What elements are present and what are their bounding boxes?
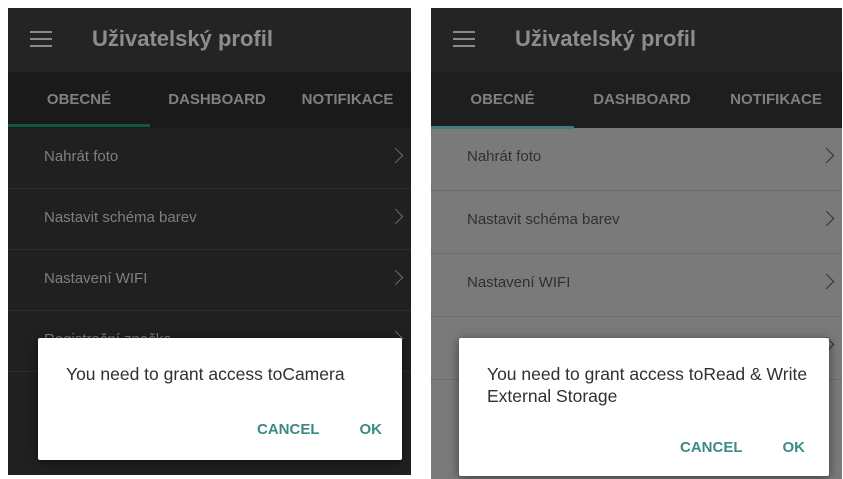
dialog-actions: CANCEL OK: [680, 439, 805, 456]
chevron-right-icon: [818, 210, 835, 227]
tab-indicator: [8, 124, 150, 127]
list-item-label: Nastavení WIFI: [467, 274, 571, 291]
app-bar: Uživatelský profil: [8, 8, 411, 72]
list-item-label: Nahrát foto: [44, 148, 119, 165]
list-item-wifi-settings[interactable]: Nastavení WIFI: [8, 250, 411, 311]
list-item-wifi-settings[interactable]: Nastavení WIFI: [431, 254, 842, 317]
menu-icon[interactable]: [453, 31, 475, 47]
settings-list: Nahrát foto Nastavit schéma barev Nastav…: [8, 128, 411, 372]
chevron-right-icon: [818, 147, 835, 164]
list-item-upload-photo[interactable]: Nahrát foto: [8, 128, 411, 189]
chevron-right-icon: [387, 208, 404, 225]
permission-dialog: You need to grant access toCamera CANCEL…: [38, 338, 402, 460]
list-item-label: Nahrát foto: [467, 148, 542, 165]
permission-dialog: You need to grant access toRead & Write …: [459, 338, 829, 476]
list-item-color-scheme[interactable]: Nastavit schéma barev: [8, 189, 411, 250]
list-item-label: Nastavení WIFI: [44, 270, 148, 287]
dialog-actions: CANCEL OK: [257, 421, 382, 438]
left-screen: Uživatelský profil OBECNÉ DASHBOARD NOTI…: [8, 8, 411, 475]
chevron-right-icon: [818, 273, 835, 290]
page-title: Uživatelský profil: [92, 26, 273, 51]
tab-dashboard[interactable]: DASHBOARD: [150, 72, 284, 128]
tab-notifikace[interactable]: NOTIFIKACE: [284, 72, 411, 128]
cancel-button[interactable]: CANCEL: [257, 421, 320, 438]
tab-bar: OBECNÉ DASHBOARD NOTIFIKACE: [8, 72, 411, 128]
tab-obecne[interactable]: OBECNÉ: [431, 72, 574, 128]
ok-button[interactable]: OK: [360, 421, 383, 438]
tab-obecne[interactable]: OBECNÉ: [8, 72, 150, 128]
list-item-color-scheme[interactable]: Nastavit schéma barev: [431, 191, 842, 254]
tab-dashboard[interactable]: DASHBOARD: [574, 72, 710, 128]
right-screen: Uživatelský profil OBECNÉ DASHBOARD NOTI…: [431, 8, 842, 479]
menu-icon[interactable]: [30, 31, 52, 47]
dialog-message: You need to grant access toRead & Write …: [487, 364, 808, 406]
page-title: Uživatelský profil: [515, 26, 696, 51]
tab-notifikace[interactable]: NOTIFIKACE: [710, 72, 842, 128]
cancel-button[interactable]: CANCEL: [680, 439, 743, 456]
list-item-label: Nastavit schéma barev: [44, 209, 197, 226]
ok-button[interactable]: OK: [783, 439, 806, 456]
list-item-label: Nastavit schéma barev: [467, 211, 620, 228]
dialog-message: You need to grant access toCamera: [66, 364, 345, 384]
app-bar: Uživatelský profil: [431, 8, 842, 72]
chevron-right-icon: [387, 269, 404, 286]
chevron-right-icon: [387, 147, 404, 164]
list-item-upload-photo[interactable]: Nahrát foto: [431, 128, 842, 191]
tab-bar: OBECNÉ DASHBOARD NOTIFIKACE: [431, 72, 842, 128]
